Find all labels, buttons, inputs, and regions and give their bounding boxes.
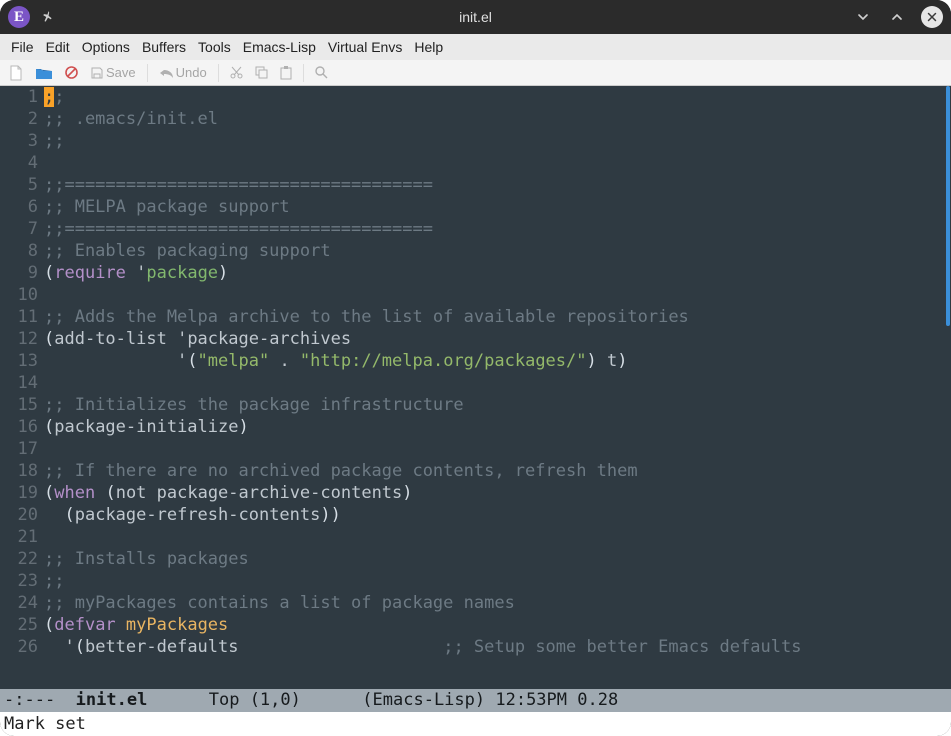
code-line[interactable]: 18;; If there are no archived package co… [0,460,951,482]
editor-area[interactable]: 1;;2;; .emacs/init.el3;;4 5;;===========… [0,86,951,689]
line-number: 10 [0,284,44,306]
scrollbar-thumb[interactable] [946,86,950,326]
code-line[interactable]: 3;; [0,130,951,152]
save-label: Save [106,65,136,80]
line-number: 18 [0,460,44,482]
code-line[interactable]: 8;; Enables packaging support [0,240,951,262]
line-number: 14 [0,372,44,394]
line-number: 15 [0,394,44,416]
ml-time: 12:53PM 0.28 [485,690,618,710]
code-line[interactable]: 1;; [0,86,951,108]
code-line[interactable]: 20 (package-refresh-contents)) [0,504,951,526]
cancel-button[interactable] [62,65,81,80]
ml-position: Top (1,0) [209,690,301,710]
code-editor[interactable]: 1;;2;; .emacs/init.el3;;4 5;;===========… [0,86,951,689]
emacs-window: E init.el FileEditOptionsBuffersToolsEma… [0,0,951,736]
paste-button[interactable] [277,65,295,81]
toolbar: Save Undo [0,60,951,86]
line-number: 22 [0,548,44,570]
code-line[interactable]: 25(defvar myPackages [0,614,951,636]
cut-button[interactable] [227,65,246,80]
menubar: FileEditOptionsBuffersToolsEmacs-LispVir… [0,34,951,60]
pin-icon[interactable] [38,7,58,27]
code-line[interactable]: 21 [0,526,951,548]
line-number: 25 [0,614,44,636]
code-line[interactable]: 5;;==================================== [0,174,951,196]
close-icon[interactable] [921,6,943,28]
menu-virtual-envs[interactable]: Virtual Envs [323,37,407,57]
minibuffer[interactable]: Mark set [0,712,951,736]
menu-emacs-lisp[interactable]: Emacs-Lisp [238,37,321,57]
code-line[interactable]: 23;; [0,570,951,592]
code-line[interactable]: 12(add-to-list 'package-archives [0,328,951,350]
toolbar-separator [218,64,219,82]
maximize-icon[interactable] [887,7,907,27]
code-line[interactable]: 17 [0,438,951,460]
code-line[interactable]: 15;; Initializes the package infrastruct… [0,394,951,416]
code-line[interactable]: 13 '("melpa" . "http://melpa.org/package… [0,350,951,372]
line-number: 23 [0,570,44,592]
code-line[interactable]: 2;; .emacs/init.el [0,108,951,130]
menu-tools[interactable]: Tools [193,37,236,57]
line-number: 21 [0,526,44,548]
line-number: 11 [0,306,44,328]
ml-flags: -:--- [4,690,65,710]
code-line[interactable]: 24;; myPackages contains a list of packa… [0,592,951,614]
code-line[interactable]: 14 [0,372,951,394]
code-line[interactable]: 10 [0,284,951,306]
code-line[interactable]: 9(require 'package) [0,262,951,284]
code-line[interactable]: 4 [0,152,951,174]
line-number: 13 [0,350,44,372]
line-number: 6 [0,196,44,218]
line-number: 4 [0,152,44,174]
menu-edit[interactable]: Edit [41,37,75,57]
line-number: 19 [0,482,44,504]
toolbar-separator [147,64,148,82]
menu-help[interactable]: Help [409,37,448,57]
line-number: 12 [0,328,44,350]
line-number: 9 [0,262,44,284]
line-number: 26 [0,636,44,658]
copy-button[interactable] [252,65,271,80]
code-line[interactable]: 6;; MELPA package support [0,196,951,218]
mode-line: -:--- init.el Top (1,0) (Emacs-Lisp) 12:… [0,689,951,712]
menu-buffers[interactable]: Buffers [137,37,191,57]
ml-filename: init.el [76,690,148,710]
save-button[interactable]: Save [87,64,139,81]
code-line[interactable]: 11;; Adds the Melpa archive to the list … [0,306,951,328]
titlebar: E init.el [0,0,951,34]
code-line[interactable]: 22;; Installs packages [0,548,951,570]
line-number: 8 [0,240,44,262]
line-number: 3 [0,130,44,152]
ml-mode: (Emacs-Lisp) [362,690,485,710]
menu-options[interactable]: Options [77,37,135,57]
line-number: 16 [0,416,44,438]
code-line[interactable]: 16(package-initialize) [0,416,951,438]
open-folder-button[interactable] [32,65,56,81]
window-title: init.el [128,9,823,25]
undo-label: Undo [176,65,207,80]
line-number: 1 [0,86,44,108]
code-line[interactable]: 19(when (not package-archive-contents) [0,482,951,504]
emacs-logo-icon: E [8,6,30,28]
line-number: 24 [0,592,44,614]
line-number: 7 [0,218,44,240]
toolbar-separator [303,64,304,82]
line-number: 17 [0,438,44,460]
new-file-button[interactable] [6,64,26,82]
search-button[interactable] [312,65,331,80]
undo-button[interactable]: Undo [156,64,210,81]
code-line[interactable]: 26 '(better-defaults ;; Setup some bette… [0,636,951,658]
line-number: 5 [0,174,44,196]
line-number: 2 [0,108,44,130]
line-number: 20 [0,504,44,526]
minimize-icon[interactable] [853,7,873,27]
menu-file[interactable]: File [6,37,39,57]
code-line[interactable]: 7;;==================================== [0,218,951,240]
